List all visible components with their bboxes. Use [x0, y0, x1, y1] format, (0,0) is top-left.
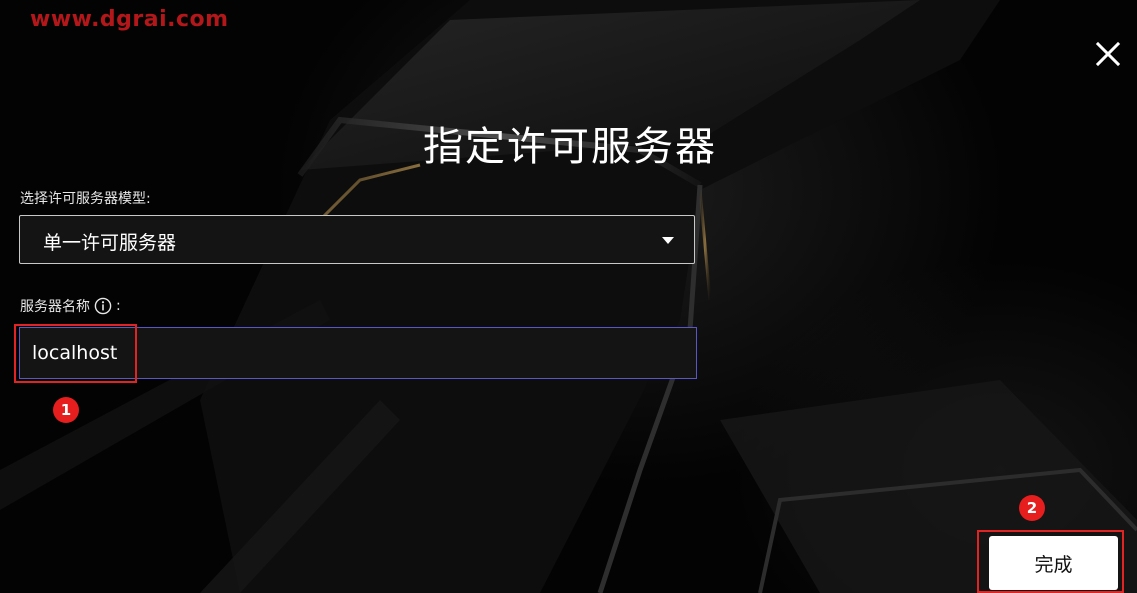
- step-badge-1: 1: [53, 397, 79, 423]
- license-model-label-text: 选择许可服务器模型:: [20, 191, 151, 207]
- license-model-label: 选择许可服务器模型:: [20, 188, 151, 208]
- info-icon[interactable]: [94, 297, 112, 315]
- license-server-dialog: www.dgrai.com 指定许可服务器 选择许可服务器模型: 单一许可服务器…: [0, 0, 1137, 593]
- step-badge-2: 2: [1019, 495, 1045, 521]
- server-name-label: 服务器名称 :: [20, 296, 121, 316]
- server-name-input[interactable]: [19, 327, 697, 379]
- license-model-selected-value: 单一许可服务器: [43, 232, 177, 254]
- server-name-label-text: 服务器名称: [20, 299, 90, 315]
- dialog-title: 指定许可服务器: [423, 124, 717, 170]
- close-icon[interactable]: [1092, 38, 1124, 70]
- caret-down-icon: [662, 237, 674, 244]
- done-button[interactable]: 完成: [989, 536, 1118, 590]
- license-model-select[interactable]: 单一许可服务器: [19, 215, 695, 264]
- watermark-text: www.dgrai.com: [30, 7, 229, 32]
- server-name-label-colon: :: [116, 298, 121, 314]
- background-artwork: [0, 0, 1137, 593]
